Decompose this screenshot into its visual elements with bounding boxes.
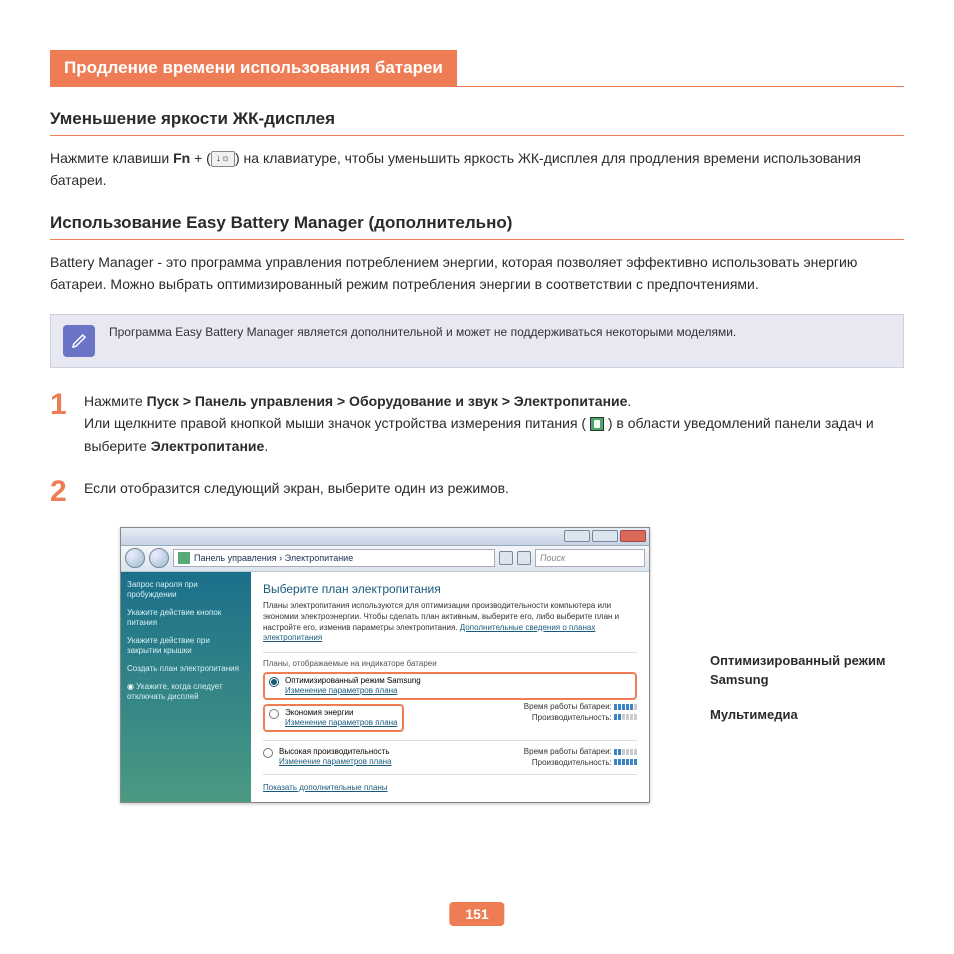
window-toolbar: Панель управления › Электропитание Поиск	[121, 546, 649, 572]
divider	[263, 652, 637, 653]
note-text: Программа Easy Battery Manager является …	[109, 325, 736, 339]
paragraph-2: Battery Manager - это программа управлен…	[50, 252, 904, 295]
plan-radio[interactable]	[263, 748, 273, 758]
back-button[interactable]	[125, 548, 145, 568]
sidebar-link[interactable]: Создать план электропитания	[127, 664, 245, 674]
callouts: Оптимизированный режим Samsung Мультимед…	[710, 527, 904, 725]
plan-samsung-optimized[interactable]: Оптимизированный режим Samsung Изменение…	[263, 672, 637, 700]
show-more-plans-link[interactable]: Показать дополнительные планы	[263, 783, 637, 792]
pane-description: Планы электропитания используются для оп…	[263, 601, 637, 644]
meter-label: Производительность:	[532, 758, 612, 767]
step-2: 2 Если отобразится следующий экран, выбе…	[50, 477, 904, 507]
step-text: Если отобразится следующий экран, выбери…	[84, 477, 904, 507]
plan-energy-saver[interactable]: Экономия энергии Изменение параметров пл…	[263, 704, 404, 732]
menu-label: Электропитание	[151, 438, 265, 454]
sidebar-link[interactable]: Запрос пароля при пробуждении	[127, 580, 245, 600]
plan-name: Оптимизированный режим Samsung	[285, 676, 421, 685]
address-bar[interactable]: Панель управления › Электропитание	[173, 549, 495, 567]
text: Нажмите клавиши	[50, 150, 173, 166]
plan-high-performance[interactable]: Высокая производительность Изменение пар…	[263, 747, 637, 768]
plan-name: Экономия энергии	[285, 708, 353, 717]
section-label: Планы, отображаемые на индикаторе батаре…	[263, 659, 637, 668]
step-1: 1 Нажмите Пуск > Панель управления > Обо…	[50, 390, 904, 457]
screenshot-row: Панель управления › Электропитание Поиск…	[120, 527, 904, 803]
path-label: Пуск > Панель управления > Оборудование …	[147, 393, 628, 409]
breadcrumb: Панель управления › Электропитание	[194, 553, 353, 563]
pane-title: Выберите план электропитания	[263, 582, 637, 596]
meter-bar-icon	[614, 704, 637, 710]
fn-key-label: Fn	[173, 150, 190, 166]
divider	[263, 740, 637, 741]
meter-label: Производительность:	[532, 713, 612, 722]
plan-meters: Время работы батареи: Производительность…	[524, 747, 637, 768]
meter-label: Время работы батареи:	[524, 747, 612, 756]
maximize-button[interactable]	[592, 530, 618, 542]
control-panel-icon	[178, 552, 190, 564]
subheading-1: Уменьшение яркости ЖК-дисплея	[50, 109, 904, 136]
text: .	[264, 438, 268, 454]
minimize-button[interactable]	[564, 530, 590, 542]
search-input[interactable]: Поиск	[535, 549, 645, 567]
brightness-down-key-icon: ↓☼	[211, 151, 235, 167]
sidebar-link[interactable]: Укажите действие при закрытии крышки	[127, 636, 245, 656]
plan-radio[interactable]	[269, 677, 279, 687]
pencil-note-icon	[63, 325, 95, 357]
meter-label: Время работы батареи:	[524, 702, 612, 711]
text: + (	[190, 150, 211, 166]
step-number: 1	[50, 390, 84, 457]
plan-radio[interactable]	[269, 709, 279, 719]
refresh-button[interactable]	[517, 551, 531, 565]
page-number: 151	[449, 902, 504, 926]
meter-bar-icon	[614, 714, 637, 720]
text: Нажмите	[84, 393, 147, 409]
forward-button[interactable]	[149, 548, 169, 568]
change-plan-link[interactable]: Изменение параметров плана	[279, 757, 392, 766]
main-pane: Выберите план электропитания Планы элект…	[251, 572, 649, 802]
step-text: Нажмите Пуск > Панель управления > Обору…	[84, 390, 904, 457]
note-box: Программа Easy Battery Manager является …	[50, 314, 904, 368]
dropdown-icon[interactable]	[499, 551, 513, 565]
paragraph-1: Нажмите клавиши Fn + (↓☼) на клавиатуре,…	[50, 148, 904, 191]
sidebar-link[interactable]: Укажите действие кнопок питания	[127, 608, 245, 628]
text: Или щелкните правой кнопкой мыши значок …	[84, 415, 590, 431]
callout-multimedia: Мультимедиа	[710, 706, 904, 725]
page-title: Продление времени использования батареи	[50, 50, 457, 86]
close-button[interactable]	[620, 530, 646, 542]
subheading-2: Использование Easy Battery Manager (допо…	[50, 213, 904, 240]
battery-tray-icon	[590, 417, 604, 431]
meter-bar-icon	[614, 749, 637, 755]
step-number: 2	[50, 477, 84, 507]
divider	[263, 774, 637, 775]
plan-energy-saver-row: Экономия энергии Изменение параметров пл…	[263, 702, 637, 734]
callout-samsung-optimized: Оптимизированный режим Samsung	[710, 652, 904, 690]
plan-meters: Время работы батареи: Производительность…	[524, 702, 637, 723]
change-plan-link[interactable]: Изменение параметров плана	[285, 686, 398, 695]
sidebar: Запрос пароля при пробуждении Укажите де…	[121, 572, 251, 802]
window-power-options: Панель управления › Электропитание Поиск…	[120, 527, 650, 803]
title-divider	[50, 86, 904, 87]
text: .	[627, 393, 631, 409]
meter-bar-icon	[614, 759, 637, 765]
plan-name: Высокая производительность	[279, 747, 390, 756]
sidebar-link[interactable]: Укажите, когда следует отключать дисплей	[127, 682, 245, 702]
change-plan-link[interactable]: Изменение параметров плана	[285, 718, 398, 727]
window-titlebar	[121, 528, 649, 546]
